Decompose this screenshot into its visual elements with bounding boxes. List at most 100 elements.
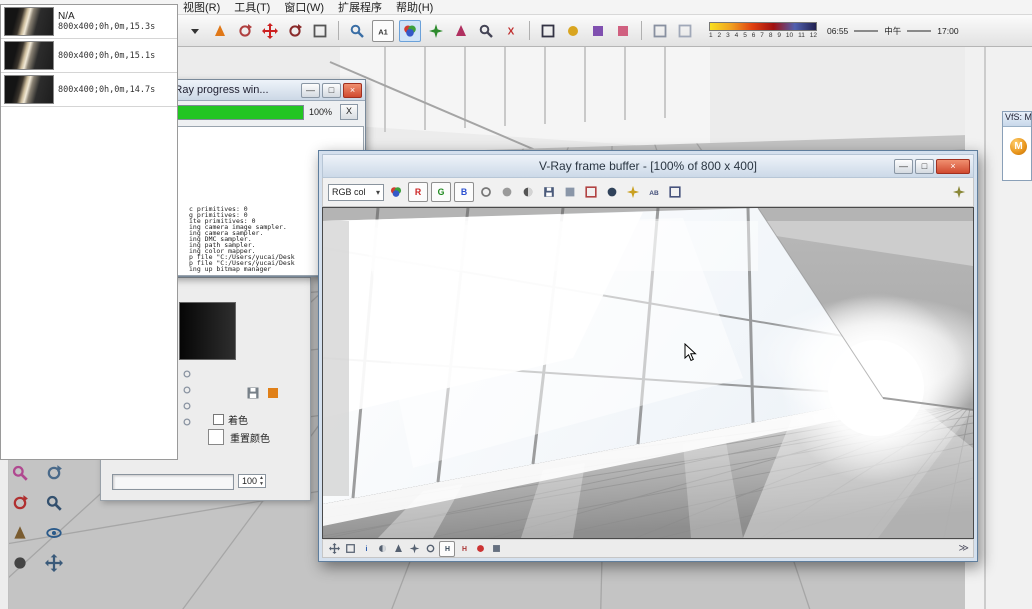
minimize-button[interactable]: — [894,159,913,174]
render-history-item[interactable]: 800x400;0h,0m,15.1s [1,39,177,73]
render-history-item[interactable]: 800x400;0h,0m,14.7s [1,73,177,107]
dropdown-caret-icon[interactable] [185,21,205,41]
cut-render-icon[interactable]: X [501,21,521,41]
histogram-icon[interactable] [375,542,389,556]
clip-icon[interactable] [181,384,193,396]
cancel-button[interactable]: X [340,104,358,120]
pen-icon[interactable] [391,542,405,556]
green-channel-button[interactable]: G [431,182,451,202]
shadow-time-slider[interactable]: 06:55 中午 17:00 [827,25,959,37]
previous-view-icon[interactable] [42,461,66,485]
shade-checkbox[interactable] [213,414,224,425]
h-right-icon[interactable]: H [457,542,471,556]
progress-title: V-Ray progress win... [164,84,269,96]
clip-icon[interactable] [181,416,193,428]
vfs-panel-title[interactable]: VfS: Ma [1003,112,1031,127]
region-render-icon[interactable] [624,183,642,201]
restore-button[interactable]: □ [322,83,341,98]
zoom-region-icon[interactable] [476,21,496,41]
pan-icon[interactable] [42,551,66,575]
h-left-icon[interactable]: H [439,541,455,557]
zoom-window-icon[interactable] [8,461,32,485]
menu-item[interactable]: 工具(T) [234,0,270,15]
materials-icon[interactable] [613,21,633,41]
followme-tool-icon[interactable] [235,21,255,41]
channel-select[interactable]: RGB col ▾ [328,184,384,201]
info-icon[interactable]: i [359,542,373,556]
clip-icon[interactable] [181,400,193,412]
save-image-icon[interactable] [540,183,558,201]
blue-channel-button[interactable]: B [454,182,474,202]
vray-render-button[interactable] [399,20,421,42]
month-tick: 4 [735,32,739,39]
close-button[interactable]: × [936,159,970,174]
minimize-button[interactable]: — [301,83,320,98]
vfs-material-icon[interactable]: M [1010,138,1027,155]
invert-circle-icon[interactable] [519,183,537,201]
lamp-icon[interactable] [950,183,968,201]
white-balance-icon[interactable] [423,542,437,556]
orbit-icon[interactable] [8,491,32,515]
progress-percent: 100% [309,107,332,117]
menu-item[interactable]: 视图(R) [183,0,220,15]
move-tool-icon[interactable] [260,21,280,41]
components-icon[interactable] [588,21,608,41]
separator[interactable] [529,21,530,40]
printer-icon[interactable] [244,384,261,401]
display-window-icon[interactable] [538,21,558,41]
separator[interactable] [641,21,642,40]
cube-tool-icon[interactable] [675,21,695,41]
zoom-window-tool-icon[interactable] [347,21,367,41]
zoom-icon[interactable] [42,491,66,515]
clip-icon[interactable] [181,368,193,380]
look-around-icon[interactable] [42,521,66,545]
clear-image-icon[interactable] [582,183,600,201]
menu-item[interactable]: 扩展程序 [338,0,382,15]
load-image-icon[interactable] [561,183,579,201]
settings-gear-icon[interactable] [407,542,421,556]
close-button[interactable]: × [343,83,362,98]
value-input[interactable] [112,474,234,490]
vfs-materials-panel: VfS: Ma M [1002,111,1032,181]
show-original-icon[interactable] [343,542,357,556]
maximize-button[interactable]: □ [915,159,934,174]
color-preview-box[interactable] [179,302,236,360]
spray-tool-icon[interactable] [210,21,230,41]
pan-image-icon[interactable] [327,542,341,556]
stepper-value: 100 [242,476,257,486]
frame-buffer-titlebar[interactable]: V-Ray frame buffer - [100% of 800 x 400]… [322,154,974,178]
expand-button[interactable]: ≫ [959,543,969,554]
rotate-tool-icon[interactable] [285,21,305,41]
render-last-icon[interactable] [603,183,621,201]
frame-buffer-title: V-Ray frame buffer - [100% of 800 x 400] [539,159,757,173]
zoom-a1-icon[interactable]: A1 [372,20,394,42]
separator[interactable] [338,21,339,40]
alpha-circle-icon[interactable] [477,183,495,201]
time-track[interactable] [907,30,931,32]
quantity-stepper[interactable]: 100 ▲▼ [238,474,266,488]
walk-icon[interactable] [8,551,32,575]
red-channel-button[interactable]: R [408,182,428,202]
compare-ab-icon[interactable]: AB [645,183,663,201]
position-camera-icon[interactable] [8,521,32,545]
material-box-icon[interactable] [264,384,281,401]
menu-item[interactable]: 帮助(H) [396,0,433,15]
season-gradient-bar [709,22,817,31]
shade-checkbox-label: 着色 [228,412,248,427]
N/A[interactable]: N/A 800x400;0h,0m,15.3s [1,5,177,39]
offset-tool-icon[interactable] [310,21,330,41]
stepper-arrows[interactable]: ▲▼ [259,475,264,487]
shadow-date-slider[interactable]: 123456789101112 [709,22,817,39]
color-swatch[interactable] [208,429,224,445]
monitor-icon[interactable] [666,183,684,201]
stereo-icon[interactable] [489,542,503,556]
time-track[interactable] [854,30,878,32]
box-tool-icon[interactable] [650,21,670,41]
vray-compass-icon[interactable] [426,21,446,41]
menu-item[interactable]: 窗口(W) [284,0,324,15]
mono-circle-icon[interactable] [498,183,516,201]
pick-tool-icon[interactable] [451,21,471,41]
color-ball-icon[interactable] [387,183,405,201]
record-icon[interactable] [473,542,487,556]
sphere-material-icon[interactable] [563,21,583,41]
